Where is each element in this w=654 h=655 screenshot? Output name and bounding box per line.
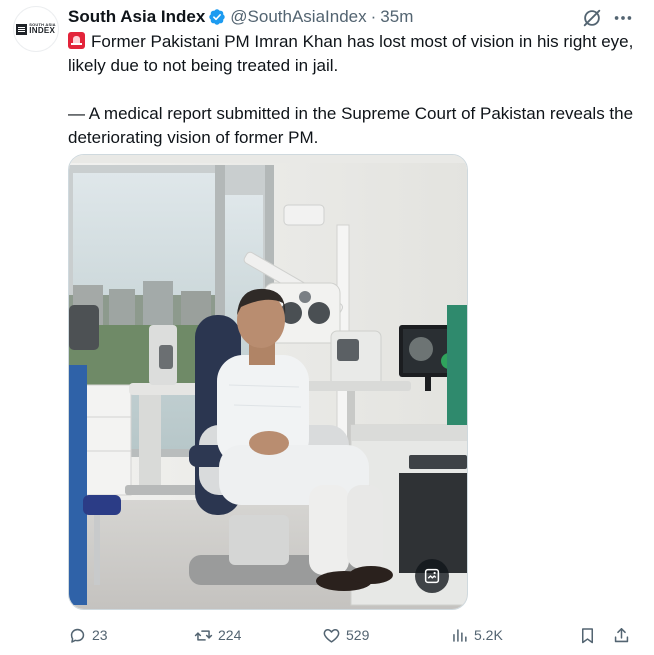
like-button[interactable]: 529 — [322, 623, 369, 647]
repost-count: 224 — [218, 627, 242, 643]
avatar[interactable]: SOUTH ASIA INDEX — [13, 6, 59, 52]
tweet[interactable]: SOUTH ASIA INDEX South Asia Index @South… — [0, 0, 654, 655]
share-icon — [614, 627, 629, 642]
display-name[interactable]: South Asia Index — [68, 7, 205, 27]
like-count: 529 — [346, 627, 370, 643]
views-icon — [453, 628, 467, 642]
tweet-text-line-1-content: Former Pakistani PM Imran Khan has lost … — [68, 32, 634, 75]
more-icon[interactable] — [612, 7, 634, 29]
south-asia-index-logo: SOUTH ASIA INDEX — [16, 23, 56, 35]
logo-big-text: INDEX — [29, 26, 56, 35]
reply-button[interactable]: 23 — [68, 623, 108, 647]
verified-badge-icon[interactable] — [208, 8, 226, 26]
grok-icon[interactable] — [581, 7, 603, 29]
image-description-icon — [424, 568, 440, 584]
views-button[interactable]: 5.2K — [450, 623, 503, 647]
logo-mark-icon — [16, 23, 28, 35]
photo-eye-clinic — [69, 155, 467, 609]
tweet-actions: 23 224 529 5.2K — [68, 623, 634, 647]
timestamp[interactable]: 35m — [380, 7, 413, 27]
share-button[interactable] — [612, 623, 631, 647]
image-description-button[interactable] — [415, 559, 449, 593]
tweet-text: Former Pakistani PM Imran Khan has lost … — [68, 30, 640, 150]
heart-icon — [323, 628, 340, 643]
view-count: 5.2K — [474, 627, 503, 643]
tweet-text-line-2: — A medical report submitted in the Supr… — [68, 104, 634, 147]
reply-count: 23 — [92, 627, 108, 643]
separator: · — [370, 7, 377, 26]
repost-icon — [194, 629, 213, 641]
tweet-header: South Asia Index @SouthAsiaIndex · 35m — [68, 5, 413, 29]
tweet-text-line-1: Former Pakistani PM Imran Khan has lost … — [68, 30, 640, 78]
handle[interactable]: @SouthAsiaIndex — [230, 7, 366, 27]
tweet-image[interactable] — [68, 154, 468, 610]
rotating-light-icon — [68, 32, 85, 49]
repost-button[interactable]: 224 — [194, 623, 241, 647]
bookmark-button[interactable] — [578, 623, 597, 647]
bookmark-icon — [581, 627, 594, 643]
reply-icon — [70, 628, 85, 643]
